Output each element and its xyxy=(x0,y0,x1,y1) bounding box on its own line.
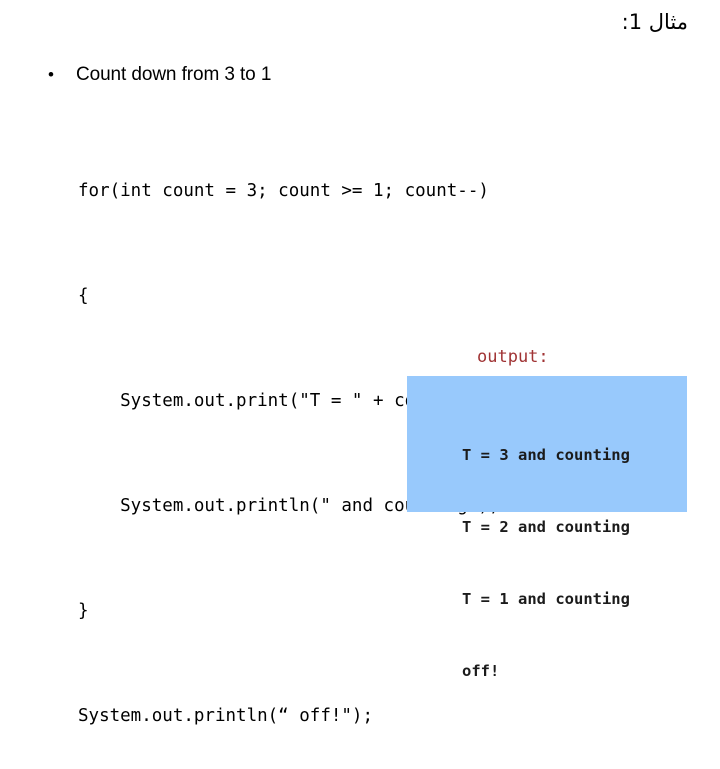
output-console-text: T = 3 and counting T = 2 and counting T … xyxy=(462,395,630,731)
slide-title: مثال 1: xyxy=(621,10,688,34)
output-line: T = 3 and counting xyxy=(462,446,630,464)
output-console-panel: T = 3 and counting T = 2 and counting T … xyxy=(407,376,687,680)
code-line: System.out.println(“ off!"); xyxy=(78,706,374,726)
code-line: for(int count = 3; count >= 1; count--) xyxy=(78,181,489,201)
output-line: T = 1 and counting xyxy=(462,590,630,608)
code-line: { xyxy=(78,286,89,306)
output-label: output: xyxy=(477,347,549,367)
bullet-item: • Count down from 3 to 1 xyxy=(48,64,271,86)
bullet-marker-icon: • xyxy=(48,65,54,84)
code-line: } xyxy=(78,601,89,621)
output-line: T = 2 and counting xyxy=(462,518,630,536)
bullet-item-label: Count down from 3 to 1 xyxy=(76,64,272,85)
output-line: off! xyxy=(462,662,500,680)
